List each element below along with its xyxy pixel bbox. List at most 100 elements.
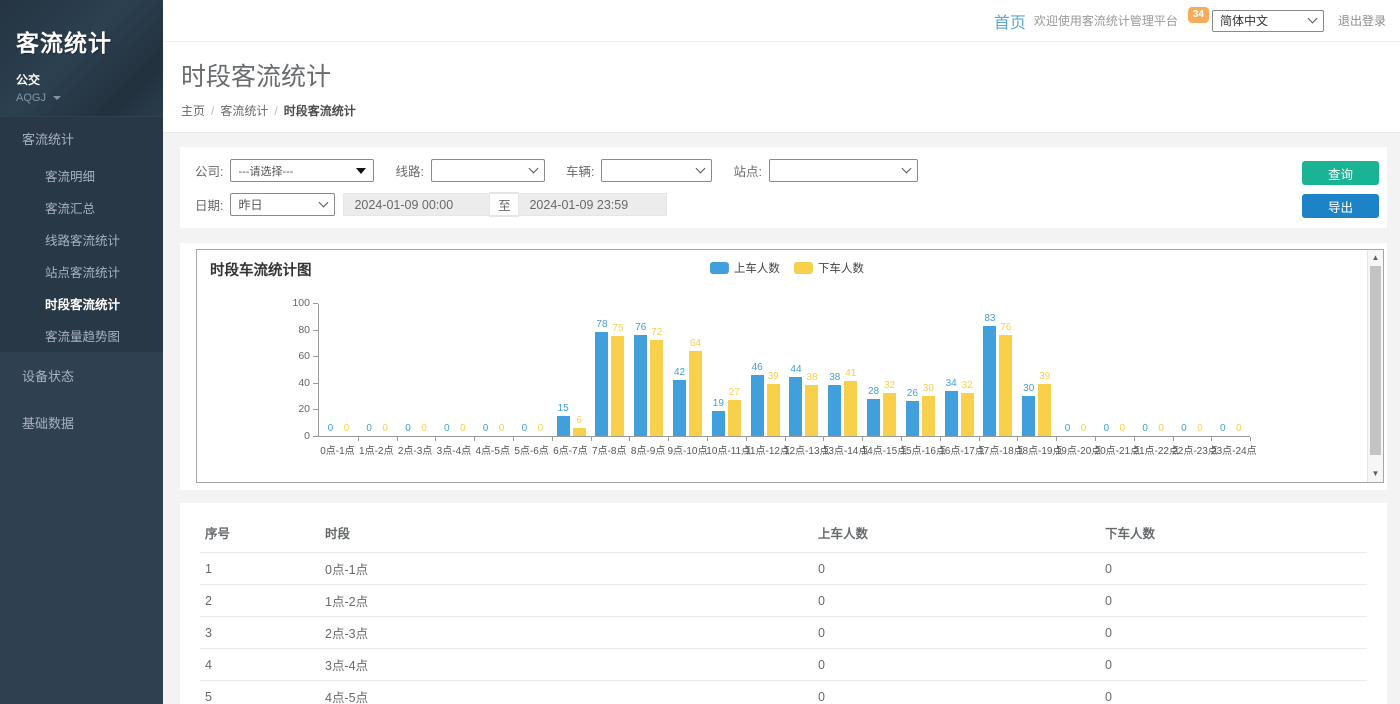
line-select[interactable] <box>431 159 545 182</box>
table-row: 32点-3点00 <box>200 617 1367 649</box>
table-cell: 0点-1点 <box>320 553 813 585</box>
bar <box>634 335 647 436</box>
breadcrumb-link[interactable]: 主页 <box>181 104 205 118</box>
bar-wrap: 0 <box>1061 303 1074 436</box>
scroll-up-icon[interactable]: ▲ <box>1368 254 1383 262</box>
bar-value-label: 76 <box>1000 323 1011 333</box>
table-column-header: 下车人数 <box>1100 515 1367 553</box>
topbar: 首页 欢迎使用客流统计管理平台 34 简体中文 退出登录 <box>163 0 1400 42</box>
x-tick-label: 5点-6点 <box>512 442 551 457</box>
bar-wrap: 0 <box>534 303 547 436</box>
bar-value-label: 0 <box>1065 424 1071 434</box>
table-cell: 1 <box>200 553 320 585</box>
y-tick-label: 100 <box>292 297 310 309</box>
bar-wrap: 83 <box>983 303 996 436</box>
table-cell: 0 <box>1100 617 1367 649</box>
sidebar-item-base-data[interactable]: 基础数据 <box>0 399 163 446</box>
bar-wrap: 6 <box>573 303 586 436</box>
bar-value-label: 0 <box>1220 424 1226 434</box>
filter-buttons: 查询 导出 <box>1302 161 1379 218</box>
date-start-input[interactable]: 2024-01-09 00:00 <box>343 193 490 216</box>
bar-value-label: 0 <box>460 424 466 434</box>
bar-group: 00 <box>435 303 474 436</box>
sidebar-item-period-flow-stats[interactable]: 时段客流统计 <box>0 288 163 320</box>
table-panel: 序号时段上车人数下车人数 10点-1点0021点-2点0032点-3点0043点… <box>180 503 1387 704</box>
bar <box>595 332 608 436</box>
user-dropdown[interactable]: AQGJ <box>16 92 149 104</box>
bar-wrap: 0 <box>1116 303 1129 436</box>
table-cell: 0 <box>1100 585 1367 617</box>
legend-item[interactable]: 下车人数 <box>794 260 864 276</box>
bar-wrap: 32 <box>961 303 974 436</box>
bar-group: 00 <box>513 303 552 436</box>
bar-wrap: 78 <box>595 303 608 436</box>
table-cell: 2 <box>200 585 320 617</box>
bar-group: 00 <box>1095 303 1134 436</box>
table-row: 10点-1点00 <box>200 553 1367 585</box>
notification-badge: 34 <box>1188 7 1209 23</box>
bar-group: 00 <box>1173 303 1212 436</box>
bar-wrap: 32 <box>883 303 896 436</box>
bar <box>712 411 725 436</box>
y-tick-label: 0 <box>304 430 310 442</box>
x-tick-label: 10点-11点 <box>706 442 745 457</box>
vehicle-select[interactable] <box>601 159 712 182</box>
bar-wrap: 39 <box>1038 303 1051 436</box>
home-link[interactable]: 首页 <box>994 9 1026 33</box>
table-cell: 0 <box>813 617 1100 649</box>
sidebar-item-flow-trend-chart[interactable]: 客流量趋势图 <box>0 320 163 352</box>
sidebar-item-device-status[interactable]: 设备状态 <box>0 352 163 399</box>
logout-link[interactable]: 退出登录 <box>1338 12 1386 29</box>
bar-wrap: 46 <box>751 303 764 436</box>
language-select[interactable]: 简体中文 <box>1212 10 1324 32</box>
station-label: 站点: <box>733 161 761 180</box>
x-tick-label: 16点-17点 <box>939 442 978 457</box>
scroll-down-icon[interactable]: ▼ <box>1368 470 1383 478</box>
bar-value-label: 0 <box>483 424 489 434</box>
x-tick-label: 1点-2点 <box>357 442 396 457</box>
sidebar-item-passenger-flow-stats[interactable]: 客流统计 <box>0 117 163 160</box>
bar-value-label: 0 <box>538 424 544 434</box>
x-tick-label: 0点-1点 <box>318 442 357 457</box>
date-preset-select[interactable]: 昨日 <box>230 193 335 216</box>
x-tick-label: 20点-21点 <box>1095 442 1134 457</box>
breadcrumb-link[interactable]: 客流统计 <box>220 104 268 118</box>
sidebar-header: 客流统计 公交 AQGJ <box>0 0 163 116</box>
sidebar-item-flow-detail[interactable]: 客流明细 <box>0 160 163 192</box>
bar-group: 4438 <box>785 303 824 436</box>
bar <box>611 336 624 436</box>
bar-wrap: 19 <box>712 303 725 436</box>
bar <box>999 335 1012 436</box>
date-end-input[interactable]: 2024-01-09 23:59 <box>518 193 667 216</box>
bar-wrap: 0 <box>1155 303 1168 436</box>
sidebar-item-line-flow-stats[interactable]: 线路客流统计 <box>0 224 163 256</box>
company-select[interactable]: ---请选择--- <box>230 159 374 182</box>
chart-scrollbar[interactable]: ▲ ▼ <box>1367 250 1383 482</box>
bar-wrap: 0 <box>518 303 531 436</box>
bar-wrap: 0 <box>495 303 508 436</box>
chart-title: 时段车流统计图 <box>210 259 312 280</box>
bar-value-label: 83 <box>984 314 995 324</box>
export-button[interactable]: 导出 <box>1302 194 1379 218</box>
bar-group: 2630 <box>901 303 940 436</box>
table-cell: 4 <box>200 649 320 681</box>
bar-wrap: 15 <box>557 303 570 436</box>
bar-value-label: 0 <box>382 424 388 434</box>
station-select[interactable] <box>769 159 918 182</box>
bar-wrap: 30 <box>1022 303 1035 436</box>
bar <box>983 326 996 436</box>
legend-item[interactable]: 上车人数 <box>710 260 780 276</box>
bar <box>573 428 586 436</box>
bar-value-label: 0 <box>1181 424 1187 434</box>
sidebar-item-station-flow-stats[interactable]: 站点客流统计 <box>0 256 163 288</box>
line-label: 线路: <box>395 161 423 180</box>
legend-label: 下车人数 <box>818 260 864 276</box>
bar-value-label: 26 <box>907 389 918 399</box>
x-tick-label: 22点-23点 <box>1172 442 1211 457</box>
scrollbar-thumb[interactable] <box>1370 266 1381 455</box>
chevron-down-icon <box>901 164 911 174</box>
table-row: 54点-5点00 <box>200 681 1367 704</box>
sidebar-item-flow-summary[interactable]: 客流汇总 <box>0 192 163 224</box>
query-button[interactable]: 查询 <box>1302 161 1379 185</box>
table-row: 43点-4点00 <box>200 649 1367 681</box>
